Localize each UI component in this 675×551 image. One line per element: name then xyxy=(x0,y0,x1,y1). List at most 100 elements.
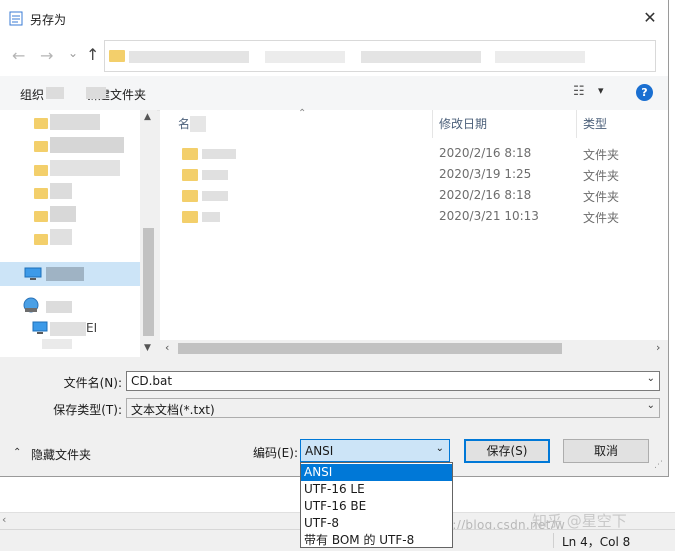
blurred-region xyxy=(50,322,86,336)
blurred-region xyxy=(50,114,100,130)
folder-icon xyxy=(34,165,48,176)
command-toolbar: 组织 新建文件夹 ☷ ▾ ? xyxy=(0,76,668,111)
item-type: 文件夹 xyxy=(583,190,620,204)
chevron-down-icon[interactable]: ⌄ xyxy=(647,373,655,384)
folder-icon xyxy=(34,211,48,222)
blurred-region xyxy=(50,229,72,245)
address-path-blurred xyxy=(361,51,481,63)
title-bar: 另存为 ✕ xyxy=(0,0,668,36)
file-row[interactable]: 2020/2/16 8:18 文件夹 xyxy=(160,143,668,164)
network-icon xyxy=(23,297,39,313)
navigation-bar: ← → ⌄ ↑ xyxy=(0,36,668,76)
column-divider[interactable] xyxy=(576,110,577,138)
back-button[interactable]: ← xyxy=(12,46,25,65)
notepad-icon xyxy=(9,11,23,26)
folder-icon xyxy=(182,211,198,223)
item-type: 文件夹 xyxy=(583,169,620,183)
cancel-button[interactable]: 取消 xyxy=(563,439,649,463)
folder-icon xyxy=(182,148,198,160)
column-divider[interactable] xyxy=(432,110,433,138)
folder-icon xyxy=(182,169,198,181)
blurred-region xyxy=(190,116,206,132)
blurred-region xyxy=(50,137,124,153)
chevron-up-icon[interactable]: ⌃ xyxy=(13,447,21,458)
folder-icon xyxy=(34,234,48,245)
forward-button[interactable]: → xyxy=(40,46,53,65)
scroll-left-icon[interactable]: ‹ xyxy=(165,341,169,354)
blurred-region xyxy=(46,87,64,99)
view-dropdown-arrow[interactable]: ▾ xyxy=(598,84,604,97)
file-row[interactable]: 2020/3/19 1:25 文件夹 xyxy=(160,164,668,185)
navigation-pane[interactable]: EI ▲ ▼ xyxy=(0,110,157,357)
filename-label: 文件名(N): xyxy=(63,376,122,390)
modified-date: 2020/2/16 8:18 xyxy=(439,188,532,202)
blurred-region xyxy=(46,267,84,281)
scroll-right-icon[interactable]: › xyxy=(656,341,660,354)
blurred-region xyxy=(50,206,76,222)
encoding-option-utf16le[interactable]: UTF-16 LE xyxy=(301,481,452,498)
encoding-option-utf8-bom[interactable]: 带有 BOM 的 UTF-8 xyxy=(301,532,452,549)
blurred-region xyxy=(202,170,228,180)
chevron-down-icon[interactable]: ⌄ xyxy=(647,400,655,411)
scroll-up-icon[interactable]: ▲ xyxy=(144,112,151,122)
filetype-select[interactable]: 文本文档(*.txt) ⌄ xyxy=(126,398,660,418)
folder-icon xyxy=(109,50,125,62)
folder-icon xyxy=(34,118,48,129)
file-row[interactable]: 2020/3/21 10:13 文件夹 xyxy=(160,206,668,227)
organize-button[interactable]: 组织 xyxy=(20,86,44,103)
sort-ascending-icon: ⌃ xyxy=(298,108,307,119)
close-button[interactable]: ✕ xyxy=(640,8,660,28)
encoding-option-utf8[interactable]: UTF-8 xyxy=(301,515,452,532)
computer-icon xyxy=(32,321,48,334)
resize-grip-icon[interactable]: ⋰ xyxy=(654,460,663,470)
horizontal-scrollbar[interactable]: ‹ › xyxy=(160,340,668,357)
modified-date: 2020/2/16 8:18 xyxy=(439,146,532,160)
save-button[interactable]: 保存(S) xyxy=(464,439,550,463)
filename-value: CD.bat xyxy=(131,374,173,388)
file-row[interactable]: 2020/2/16 8:18 文件夹 xyxy=(160,185,668,206)
column-header-type[interactable]: 类型 xyxy=(583,110,607,138)
encoding-dropdown-list[interactable]: ANSI UTF-16 LE UTF-16 BE UTF-8 带有 BOM 的 … xyxy=(300,462,453,548)
blurred-region xyxy=(86,87,106,99)
filename-input[interactable]: CD.bat ⌄ xyxy=(126,371,660,391)
folder-icon xyxy=(34,188,48,199)
folder-icon xyxy=(34,141,48,152)
view-options-icon[interactable]: ☷ xyxy=(573,84,585,99)
address-path-blurred xyxy=(495,51,585,63)
help-icon[interactable]: ? xyxy=(636,84,653,101)
computer-name-suffix: EI xyxy=(86,321,98,335)
hide-folders-button[interactable]: 隐藏文件夹 xyxy=(31,446,91,463)
scroll-left-icon[interactable]: ‹ xyxy=(2,513,6,526)
scroll-down-icon[interactable]: ▼ xyxy=(144,343,151,353)
item-type: 文件夹 xyxy=(583,148,620,162)
encoding-select[interactable]: ANSI ⌄ xyxy=(300,439,450,462)
save-as-dialog: 另存为 ✕ ← → ⌄ ↑ 组织 新建文件夹 ☷ ▾ ? EI ▲ ▼ ⌃ 修改… xyxy=(0,0,669,477)
encoding-option-utf16be[interactable]: UTF-16 BE xyxy=(301,498,452,515)
this-pc-icon xyxy=(24,267,42,280)
column-header-modified[interactable]: 修改日期 xyxy=(439,110,487,138)
nav-item-selected[interactable] xyxy=(0,262,140,286)
horizontal-scroll-thumb[interactable] xyxy=(178,343,562,354)
modified-date: 2020/3/21 10:13 xyxy=(439,209,539,223)
nav-scroll-thumb[interactable] xyxy=(143,228,154,336)
filetype-value: 文本文档(*.txt) xyxy=(131,403,215,417)
nav-scrollbar[interactable]: ▲ ▼ xyxy=(140,110,157,357)
chevron-down-icon[interactable]: ⌄ xyxy=(436,443,444,454)
address-bar[interactable] xyxy=(104,40,656,72)
blurred-region xyxy=(202,212,220,222)
modified-date: 2020/3/19 1:25 xyxy=(439,167,532,181)
item-type: 文件夹 xyxy=(583,211,620,225)
recent-locations-button[interactable]: ⌄ xyxy=(68,46,78,60)
encoding-label: 编码(E): xyxy=(253,446,298,460)
status-separator xyxy=(553,533,554,548)
file-list[interactable]: 名称 ⌃ 修改日期 类型 2020/2/16 8:18 文件夹 2020/3/1… xyxy=(160,108,668,357)
address-path-blurred xyxy=(265,51,345,63)
up-button[interactable]: ↑ xyxy=(86,45,99,64)
blurred-region xyxy=(42,339,72,349)
address-path-blurred xyxy=(129,51,249,63)
blurred-region xyxy=(202,149,236,159)
blurred-region xyxy=(202,191,228,201)
encoding-value: ANSI xyxy=(305,444,334,458)
encoding-option-ansi[interactable]: ANSI xyxy=(301,464,452,481)
dialog-title: 另存为 xyxy=(30,13,67,27)
